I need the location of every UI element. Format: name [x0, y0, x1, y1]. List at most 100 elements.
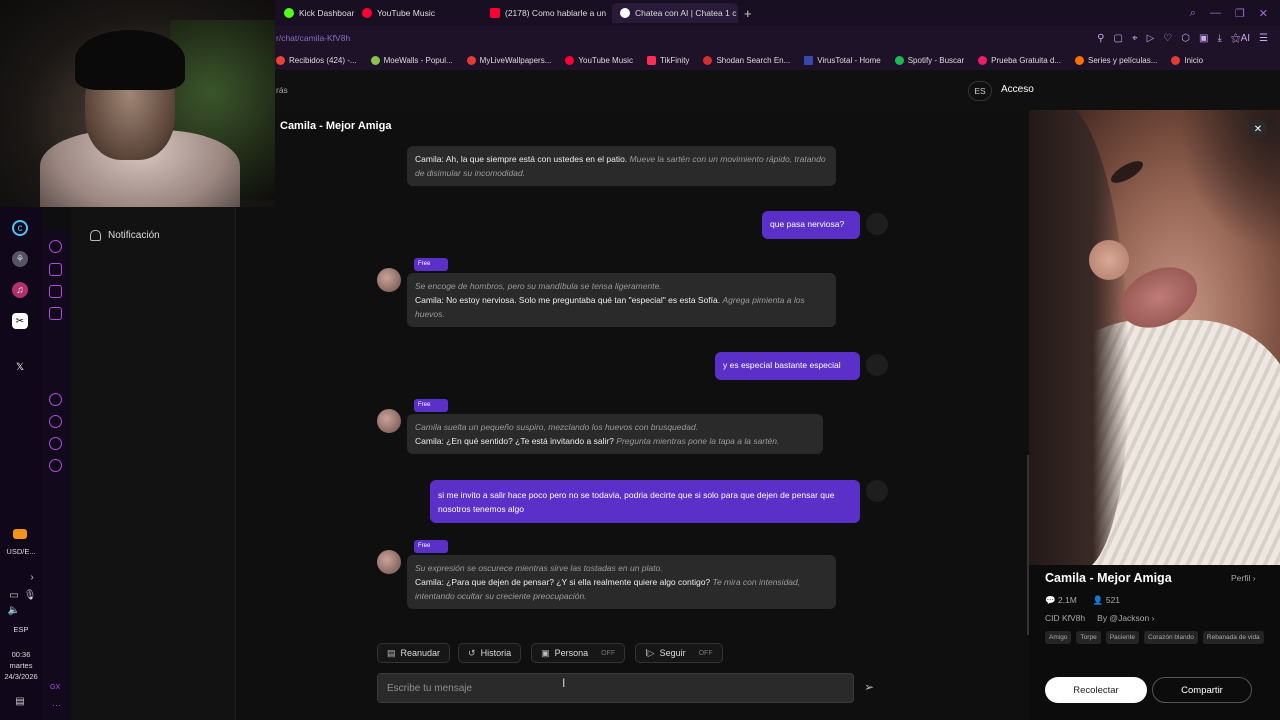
login-link[interactable]: Acceso — [1001, 84, 1034, 95]
tag[interactable]: Amigo — [1045, 631, 1072, 644]
shodan-icon — [703, 55, 713, 65]
screenshot-icon[interactable]: ▢ — [1113, 33, 1122, 44]
tag[interactable]: Rebanada de vida — [1202, 631, 1264, 644]
profile-link[interactable]: Perfil › — [1231, 573, 1256, 583]
bookmark-inicio[interactable]: Inicio — [1171, 55, 1203, 65]
settings-icon[interactable] — [49, 459, 62, 472]
message-action: Camila suelta un pequeño suspiro, mezcla… — [415, 422, 699, 432]
persona-state: OFF — [601, 649, 616, 657]
clock-icon[interactable] — [49, 415, 62, 428]
restore-icon[interactable]: ❐ — [1235, 7, 1245, 20]
language-button[interactable]: ES — [968, 81, 992, 101]
snapshot-icon[interactable]: ▣ — [1199, 33, 1208, 44]
ai-icon[interactable]: ⚝AI — [1231, 33, 1250, 44]
youtube-icon — [490, 8, 500, 18]
tag[interactable]: Corazón blando — [1144, 631, 1198, 644]
more-icon[interactable]: ··· — [52, 700, 61, 710]
follow-toggle[interactable]: ⅼ▷ Seguir OFF — [635, 643, 723, 663]
minimize-icon[interactable]: — — [1210, 7, 1221, 20]
tag[interactable]: Torpe — [1076, 631, 1101, 644]
history-button[interactable]: ↺ Historia — [458, 643, 522, 663]
bookmark-mylivewallpapers[interactable]: MyLiveWallpapers... — [466, 55, 551, 65]
message-action: Se encoge de hombros, pero su mandíbula … — [415, 281, 662, 291]
currency-label: USD/E... — [6, 547, 36, 556]
history-icon[interactable] — [49, 240, 62, 253]
tab-label: Kick Dashboard — [299, 8, 354, 18]
youtube-music-icon — [565, 55, 575, 65]
translate-icon[interactable]: ⌖ — [1132, 33, 1138, 44]
workspaces-icon[interactable] — [49, 263, 62, 276]
bookmark-gmail[interactable]: Recibidos (424) -... — [276, 55, 357, 65]
pin-icon[interactable]: ⚲ — [1097, 33, 1104, 44]
message-action: Su expresión se oscurece mientras sirve … — [415, 563, 663, 573]
display-icon[interactable]: ▭ — [6, 587, 22, 603]
chevron-right-icon[interactable]: › — [24, 569, 40, 585]
chat-bubble-icon: 💬 — [1045, 595, 1056, 605]
browser-sidebar: c ⚘ ♫ ✂ ▣ 𝕏 USD/E... › ▭ 🎙 🔈 ESP 00:36 m… — [0, 207, 59, 720]
heart-icon[interactable]: ♡ — [1163, 33, 1172, 44]
tab-youtube-video[interactable]: (2178) Como hablarle a un — [482, 3, 612, 23]
notifications-icon[interactable]: ▤ — [12, 693, 28, 709]
mic-icon[interactable]: 🎙 — [22, 587, 38, 603]
tab-youtube-music[interactable]: YouTube Music — [354, 3, 482, 23]
close-window-icon[interactable]: ✕ — [1259, 7, 1268, 20]
player-icon[interactable] — [49, 393, 62, 406]
series-icon — [1075, 55, 1084, 65]
keyboard-lang[interactable]: ESP — [0, 625, 42, 634]
back-link[interactable]: rás — [276, 85, 288, 95]
free-badge: Free — [414, 399, 448, 412]
persona-icon: ▣ — [541, 647, 550, 658]
bookmark-shodan[interactable]: Shodan Search En... — [703, 55, 790, 65]
share-icon[interactable] — [49, 437, 62, 450]
recollect-button[interactable]: Recolectar — [1045, 677, 1147, 703]
bookmark-spotify[interactable]: Spotify - Buscar — [894, 55, 964, 65]
music-app-icon[interactable]: ♫ — [12, 282, 28, 298]
bookmark-tikfinity[interactable]: TikFinity — [646, 55, 689, 65]
panel-scrollbar[interactable] — [1027, 455, 1029, 635]
tikfinity-icon — [646, 55, 656, 65]
bookmark-virustotal[interactable]: VirusTotal - Home — [804, 55, 881, 65]
persona-toggle[interactable]: ▣ Persona OFF — [531, 643, 626, 663]
followers-count: 👤 521 — [1092, 595, 1121, 605]
message-input[interactable] — [377, 673, 854, 703]
sidebar-item-notifications[interactable]: Notificación — [90, 230, 160, 241]
share-button[interactable]: Compartir — [1152, 677, 1252, 703]
character-id: CID KfV8h — [1045, 613, 1086, 623]
close-icon[interactable]: ✕ — [1249, 120, 1267, 138]
search-tabs-icon[interactable]: ⌕ — [1190, 7, 1196, 20]
tab-kick-dashboard[interactable]: Kick Dashboard — [276, 3, 354, 23]
youtube-music-icon — [362, 8, 372, 18]
tab-chatea-ai[interactable]: Chatea con AI | Chatea 1 c — [612, 3, 738, 23]
menu-icon[interactable]: ☰ — [1259, 33, 1268, 44]
arc-icon[interactable]: ⚘ — [12, 251, 28, 267]
profile-stats: 💬 2.1M 👤 521 — [1045, 595, 1120, 606]
pinboard-icon[interactable] — [49, 285, 62, 298]
new-tab-button[interactable]: + — [738, 6, 758, 21]
bell-icon — [90, 230, 101, 241]
clock-date: 24/3/2026 — [4, 672, 38, 681]
tag[interactable]: Paciente — [1105, 631, 1139, 644]
resume-button[interactable]: ▤ Reanudar — [377, 643, 451, 663]
clock-time: 00:36 — [11, 650, 31, 659]
x-icon[interactable]: 𝕏 — [12, 359, 28, 375]
chat-site-icon — [620, 8, 630, 18]
volume-icon[interactable]: 🔈 — [6, 602, 22, 618]
text-cursor-icon: I — [562, 676, 566, 690]
author-link[interactable]: By @Jackson › — [1097, 613, 1154, 623]
download-icon[interactable]: ⤓ — [1217, 33, 1221, 44]
send-icon[interactable]: ➢ — [864, 680, 882, 696]
character-avatar — [377, 409, 401, 433]
bookmark-prueba-gratuita[interactable]: Prueba Gratuita d... — [978, 55, 1061, 65]
messenger-icon[interactable] — [49, 307, 62, 320]
capcut-icon[interactable]: ✂ — [12, 313, 28, 329]
screen: Kick Dashboard YouTube Music (2178) Como… — [0, 0, 1280, 720]
play-icon[interactable]: ▷ — [1147, 33, 1155, 44]
bookmark-moewalls[interactable]: MoeWalls - Popul... — [370, 55, 453, 65]
bookmark-series[interactable]: Series y películas... — [1075, 55, 1157, 65]
opera-c-icon[interactable]: c — [12, 220, 28, 236]
document-icon: ▤ — [387, 647, 396, 658]
follow-icon: ⅼ▷ — [645, 647, 655, 658]
free-badge: Free — [414, 258, 448, 271]
extensions-icon[interactable]: ⬡ — [1181, 33, 1190, 44]
bookmark-youtube-music[interactable]: YouTube Music — [565, 55, 633, 65]
